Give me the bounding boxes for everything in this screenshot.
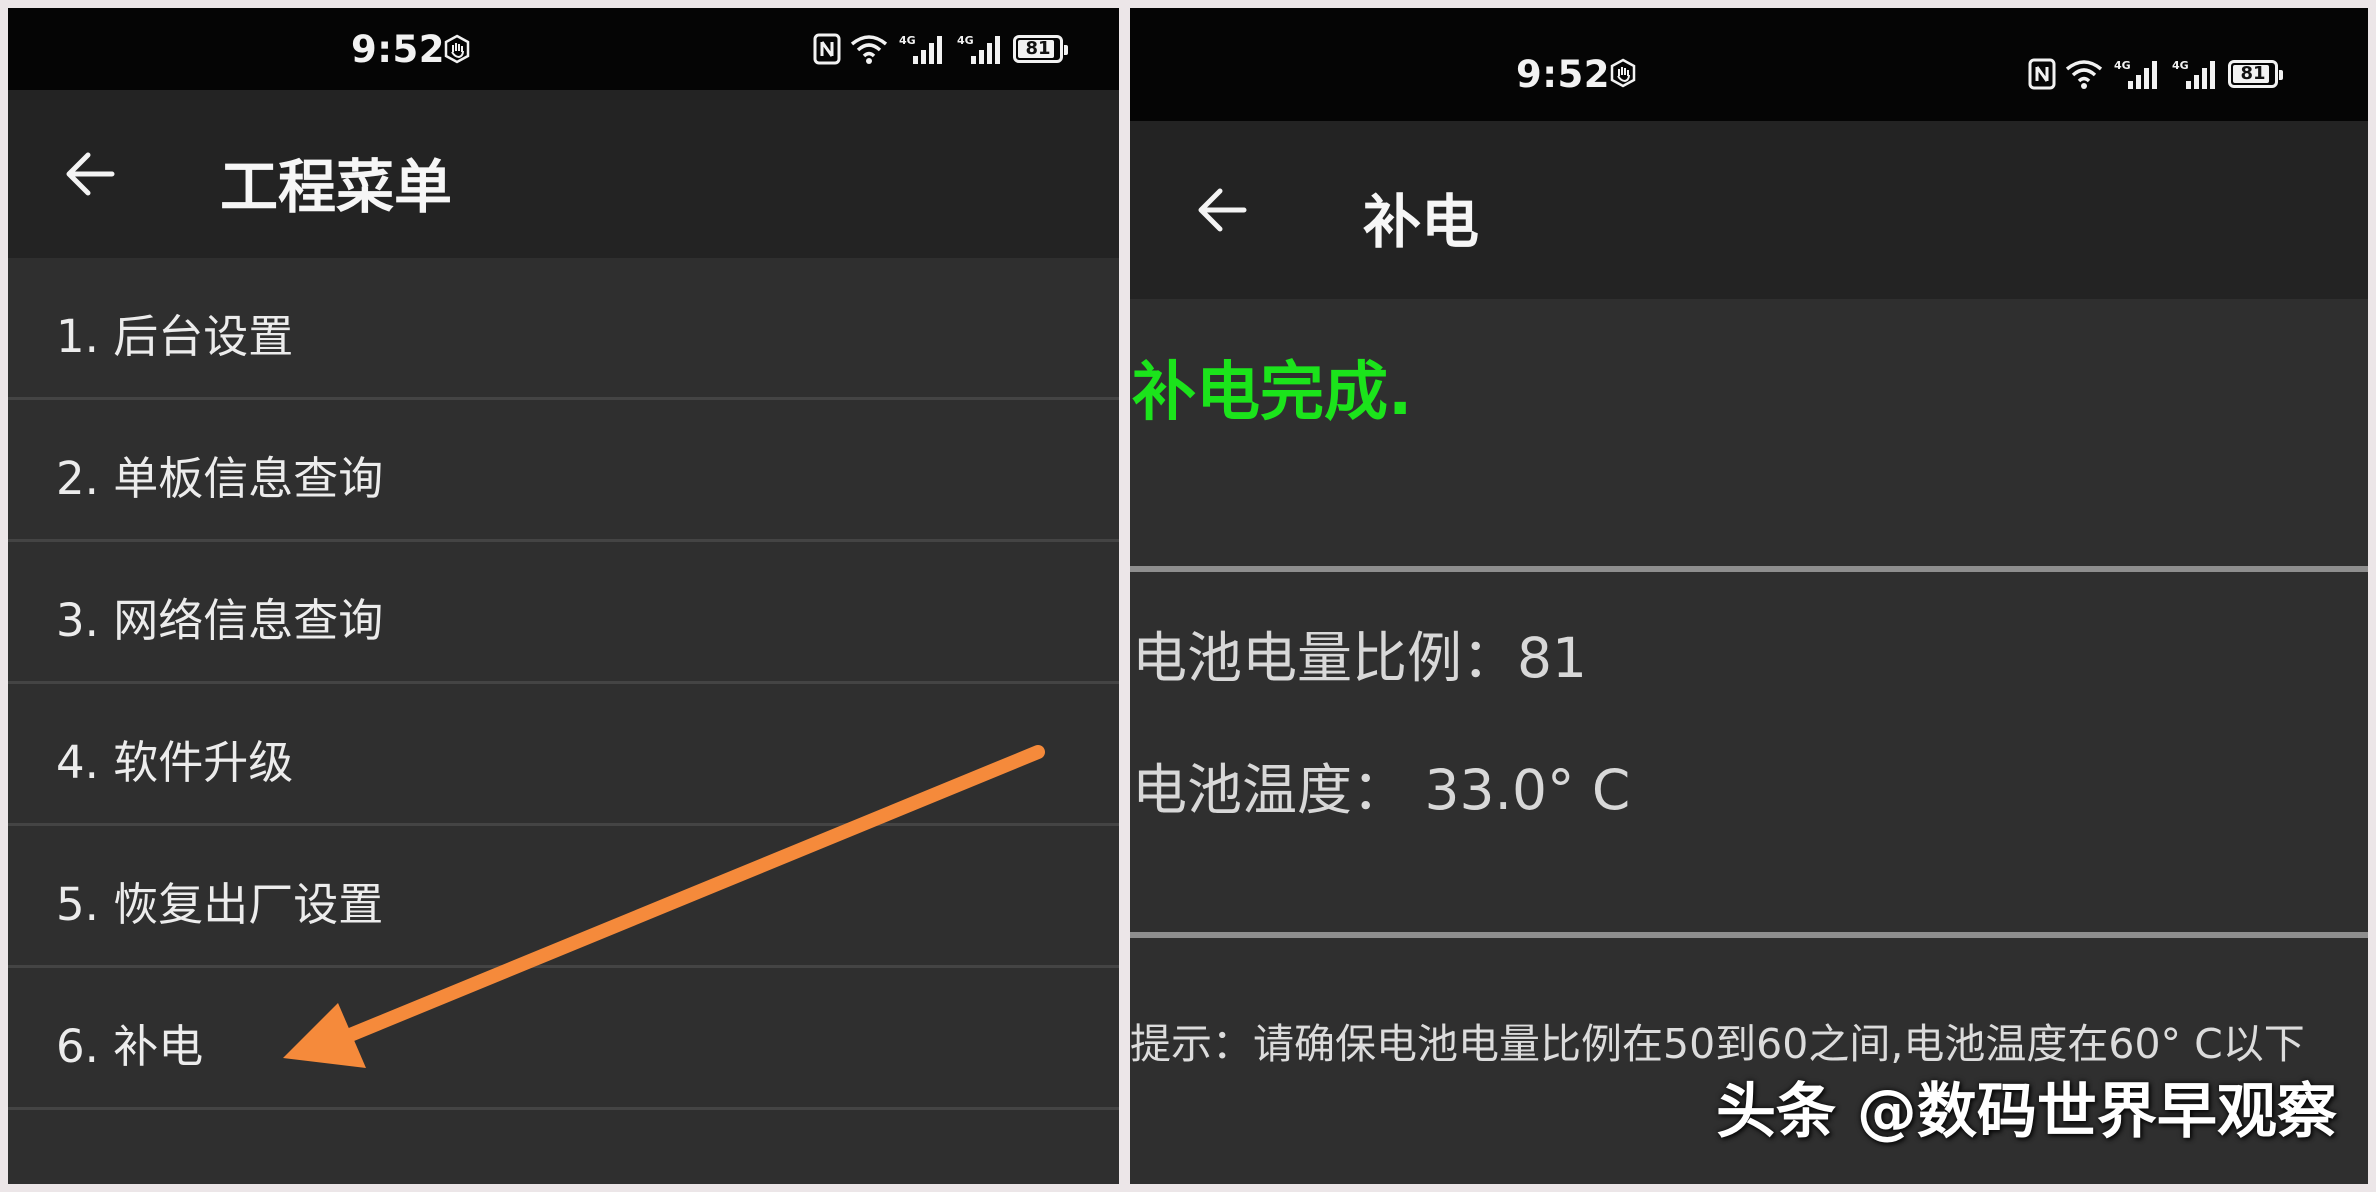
signal-4g-icon: 4G [899,34,942,64]
menu-item-board-info[interactable]: 2. 单板信息查询 [8,400,1119,542]
status-bar: 9:52 4G 4G 81 [1130,8,2368,121]
svg-text:4G: 4G [2114,59,2131,72]
menu-item-label: 4. 软件升级 [56,736,294,789]
menu-item-recharge[interactable]: 6. 补电 [8,968,1119,1110]
battery-percent-line: 电池电量比例：81 [1132,626,1587,690]
menu-item-label: 6. 补电 [56,1020,204,1073]
menu-item-label: 3. 网络信息查询 [56,594,384,647]
status-icons: 4G 4G 81 [2028,57,2283,91]
status-time: 9:52 [1516,53,1611,96]
svg-text:4G: 4G [899,34,916,47]
nfc-icon [2028,58,2056,90]
recharge-screen: 9:52 4G 4G 81 补电 补电完成. 电池电量比例：81 电池温度： 3… [1130,8,2368,1184]
back-button[interactable] [58,142,122,206]
menu-item-software-upgrade[interactable]: 4. 软件升级 [8,684,1119,826]
menu-item-label: 2. 单板信息查询 [56,452,384,505]
hand-icon [444,34,470,64]
nfc-icon [813,33,841,65]
battery-icon: 81 [1013,35,1068,63]
battery-temperature-line: 电池温度： 33.0° C [1132,758,1631,822]
battery-icon: 81 [2228,60,2283,88]
status-time: 9:52 [351,28,446,71]
recharge-status-message: 补电完成. [1132,356,1413,430]
app-bar: 工程菜单 [8,90,1119,258]
back-button[interactable] [1190,178,1254,242]
divider [1130,566,2368,572]
battery-level: 81 [1025,38,1051,59]
signal-4g-icon: 4G [2114,59,2157,89]
svg-text:4G: 4G [2172,59,2189,72]
svg-text:4G: 4G [957,34,974,47]
divider [1130,932,2368,938]
menu-item-label: 1. 后台设置 [56,310,294,363]
watermark: 头条 @数码世界早观察 [1716,1077,2337,1147]
wifi-icon [2065,60,2103,89]
battery-level: 81 [2240,63,2266,84]
back-arrow-icon [66,152,115,196]
wifi-icon [850,35,888,64]
hand-icon [1610,58,1636,88]
status-bar: 9:52 4G 4G 81 [8,8,1119,90]
page-title: 补电 [1363,188,1480,256]
menu-item-factory-reset[interactable]: 5. 恢复出厂设置 [8,826,1119,968]
app-bar: 补电 [1130,121,2368,299]
engineering-menu-screen: 9:52 4G 4G 81 工程菜单 1. 后台设置 2. 单板信息查询 3. … [8,8,1119,1184]
menu-item-network-info[interactable]: 3. 网络信息查询 [8,542,1119,684]
status-icons: 4G 4G 81 [813,32,1068,66]
signal-4g-icon: 4G [2172,59,2215,89]
page-title: 工程菜单 [220,153,453,221]
menu-item-background-settings[interactable]: 1. 后台设置 [8,258,1119,400]
engineering-menu-list: 1. 后台设置 2. 单板信息查询 3. 网络信息查询 4. 软件升级 5. 恢… [8,258,1119,1110]
menu-item-label: 5. 恢复出厂设置 [56,878,384,931]
back-arrow-icon [1198,188,1247,232]
signal-4g-icon: 4G [957,34,1000,64]
